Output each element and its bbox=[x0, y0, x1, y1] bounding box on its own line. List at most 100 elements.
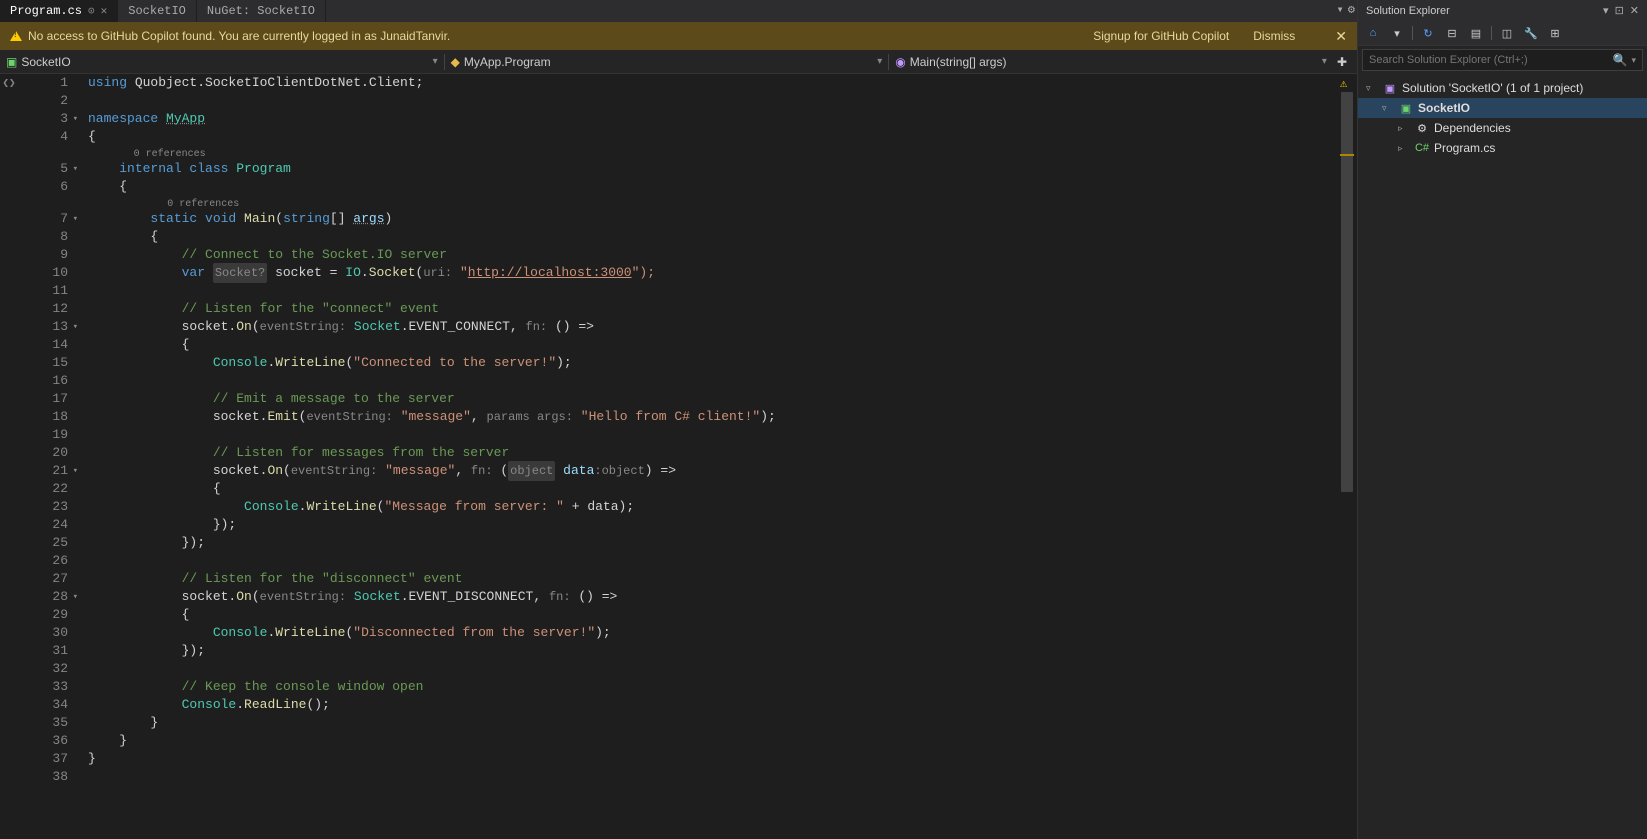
chevron-down-icon[interactable]: ▾ bbox=[1322, 56, 1327, 67]
sln-icon: ▣ bbox=[1382, 82, 1398, 95]
code-line[interactable]: } bbox=[88, 732, 1337, 750]
tab-socketio[interactable]: SocketIO bbox=[118, 0, 197, 22]
expand-icon[interactable]: ▿ bbox=[1366, 83, 1378, 94]
code-line[interactable]: // Emit a message to the server bbox=[88, 390, 1337, 408]
tree-item[interactable]: ▹⚙Dependencies bbox=[1358, 118, 1647, 138]
line-number: 6 bbox=[18, 178, 68, 196]
line-number: 9 bbox=[18, 246, 68, 264]
code-line[interactable] bbox=[88, 552, 1337, 570]
switch-views-icon[interactable]: ▾ bbox=[1388, 24, 1406, 42]
code-line[interactable]: namespace MyApp bbox=[88, 110, 1337, 128]
search-icon[interactable]: 🔍 bbox=[1613, 53, 1628, 67]
code-line[interactable]: { bbox=[88, 606, 1337, 624]
search-dropdown-icon[interactable]: ▾ bbox=[1631, 55, 1636, 66]
code-line[interactable]: { bbox=[88, 128, 1337, 146]
tree-item[interactable]: ▿▣SocketIO bbox=[1358, 98, 1647, 118]
line-number: 12 bbox=[18, 300, 68, 318]
code-line[interactable] bbox=[88, 426, 1337, 444]
code-line[interactable]: } bbox=[88, 750, 1337, 768]
search-input[interactable] bbox=[1369, 54, 1613, 66]
line-number: 1 bbox=[18, 74, 68, 92]
code-line[interactable]: { bbox=[88, 336, 1337, 354]
brackets-icon[interactable]: ❮❯ bbox=[2, 76, 15, 90]
code-line[interactable]: Console.ReadLine(); bbox=[88, 696, 1337, 714]
code-line[interactable]: // Listen for the "disconnect" event bbox=[88, 570, 1337, 588]
home-icon[interactable]: ⌂ bbox=[1364, 24, 1382, 42]
breadcrumb-class[interactable]: ◆ MyApp.Program bbox=[451, 55, 872, 69]
code-line[interactable] bbox=[88, 282, 1337, 300]
tab-program-cs[interactable]: Program.cs ⊙ ✕ bbox=[0, 0, 118, 22]
solution-tree[interactable]: ▿▣Solution 'SocketIO' (1 of 1 project)▿▣… bbox=[1358, 74, 1647, 839]
code-line[interactable]: Console.WriteLine("Disconnected from the… bbox=[88, 624, 1337, 642]
close-icon[interactable]: ✕ bbox=[1630, 4, 1639, 17]
expand-icon[interactable]: ▹ bbox=[1398, 123, 1410, 134]
tree-item[interactable]: ▿▣Solution 'SocketIO' (1 of 1 project) bbox=[1358, 78, 1647, 98]
code-line[interactable]: // Listen for the "connect" event bbox=[88, 300, 1337, 318]
sync-icon[interactable]: ↻ bbox=[1419, 24, 1437, 42]
code-line[interactable]: static void Main(string[] args) bbox=[88, 210, 1337, 228]
code-line[interactable]: }); bbox=[88, 534, 1337, 552]
breadcrumb-project-label: SocketIO bbox=[21, 55, 70, 69]
breadcrumb: ▣ SocketIO ▾ ◆ MyApp.Program ▾ ◉ Main(st… bbox=[0, 50, 1357, 74]
code-line[interactable]: socket.On(eventString: "message", fn: (o… bbox=[88, 462, 1337, 480]
code-line[interactable]: { bbox=[88, 228, 1337, 246]
code-line[interactable]: // Connect to the Socket.IO server bbox=[88, 246, 1337, 264]
outline-margin: ❮❯ bbox=[0, 74, 18, 839]
code-line[interactable]: // Listen for messages from the server bbox=[88, 444, 1337, 462]
tree-item[interactable]: ▹C#Program.cs bbox=[1358, 138, 1647, 158]
class-icon: ◆ bbox=[451, 55, 460, 69]
chevron-down-icon[interactable]: ▾ bbox=[877, 56, 882, 67]
tab-nuget-socketio[interactable]: NuGet: SocketIO bbox=[197, 0, 326, 22]
code-line[interactable]: using Quobject.SocketIoClientDotNet.Clie… bbox=[88, 74, 1337, 92]
overview-ruler[interactable]: ⚠ bbox=[1337, 74, 1357, 839]
split-editor-icon[interactable]: ✚ bbox=[1333, 55, 1351, 69]
tab-settings-icon[interactable]: ⚙ bbox=[1348, 2, 1355, 17]
code-content[interactable]: using Quobject.SocketIoClientDotNet.Clie… bbox=[76, 74, 1337, 839]
window-dropdown-icon[interactable]: ▾ bbox=[1603, 4, 1609, 17]
reference-hint[interactable]: 0 references bbox=[88, 196, 1337, 210]
properties-icon[interactable]: 🔧 bbox=[1522, 24, 1540, 42]
tab-overflow-icon[interactable]: ▾ bbox=[1337, 2, 1344, 17]
breadcrumb-project[interactable]: ▣ SocketIO bbox=[6, 55, 427, 69]
breadcrumb-method[interactable]: ◉ Main(string[] args) bbox=[895, 55, 1316, 69]
signup-copilot-link[interactable]: Signup for GitHub Copilot bbox=[1093, 29, 1229, 43]
code-line[interactable]: socket.On(eventString: Socket.EVENT_CONN… bbox=[88, 318, 1337, 336]
chevron-down-icon[interactable]: ▾ bbox=[433, 56, 438, 67]
line-number: 17 bbox=[18, 390, 68, 408]
code-line[interactable] bbox=[88, 768, 1337, 786]
cs-icon: C# bbox=[1414, 142, 1430, 154]
code-line[interactable]: Console.WriteLine("Message from server: … bbox=[88, 498, 1337, 516]
preview-icon[interactable]: ◫ bbox=[1498, 24, 1516, 42]
reference-hint[interactable]: 0 references bbox=[88, 146, 1337, 160]
pin-icon[interactable]: ⊙ bbox=[88, 4, 95, 18]
code-line[interactable]: // Keep the console window open bbox=[88, 678, 1337, 696]
pin-icon[interactable]: ⊡ bbox=[1615, 4, 1624, 17]
expand-icon[interactable]: ▹ bbox=[1398, 143, 1410, 154]
code-line[interactable]: socket.On(eventString: Socket.EVENT_DISC… bbox=[88, 588, 1337, 606]
code-line[interactable]: } bbox=[88, 714, 1337, 732]
view-settings-icon[interactable]: ⊞ bbox=[1546, 24, 1564, 42]
code-line[interactable]: var Socket? socket = IO.Socket(uri: "htt… bbox=[88, 264, 1337, 282]
expand-icon[interactable]: ▿ bbox=[1382, 103, 1394, 114]
line-number: 4 bbox=[18, 128, 68, 146]
close-icon[interactable]: ✕ bbox=[101, 4, 108, 18]
close-warning-icon[interactable]: ✕ bbox=[1335, 28, 1347, 45]
line-number: 22 bbox=[18, 480, 68, 498]
solution-search[interactable]: 🔍 ▾ bbox=[1362, 49, 1643, 71]
scrollbar-thumb[interactable] bbox=[1341, 92, 1353, 492]
code-line[interactable] bbox=[88, 372, 1337, 390]
code-editor[interactable]: ❮❯ 123▾45▾67▾8910111213▾1415161718192021… bbox=[0, 74, 1357, 839]
code-line[interactable]: { bbox=[88, 480, 1337, 498]
code-line[interactable]: { bbox=[88, 178, 1337, 196]
show-all-files-icon[interactable]: ▤ bbox=[1467, 24, 1485, 42]
code-line[interactable]: internal class Program bbox=[88, 160, 1337, 178]
collapse-all-icon[interactable]: ⊟ bbox=[1443, 24, 1461, 42]
line-number: 33 bbox=[18, 678, 68, 696]
code-line[interactable]: socket.Emit(eventString: "message", para… bbox=[88, 408, 1337, 426]
code-line[interactable]: }); bbox=[88, 516, 1337, 534]
dismiss-link[interactable]: Dismiss bbox=[1253, 29, 1295, 43]
code-line[interactable] bbox=[88, 92, 1337, 110]
code-line[interactable]: Console.WriteLine("Connected to the serv… bbox=[88, 354, 1337, 372]
code-line[interactable]: }); bbox=[88, 642, 1337, 660]
code-line[interactable] bbox=[88, 660, 1337, 678]
